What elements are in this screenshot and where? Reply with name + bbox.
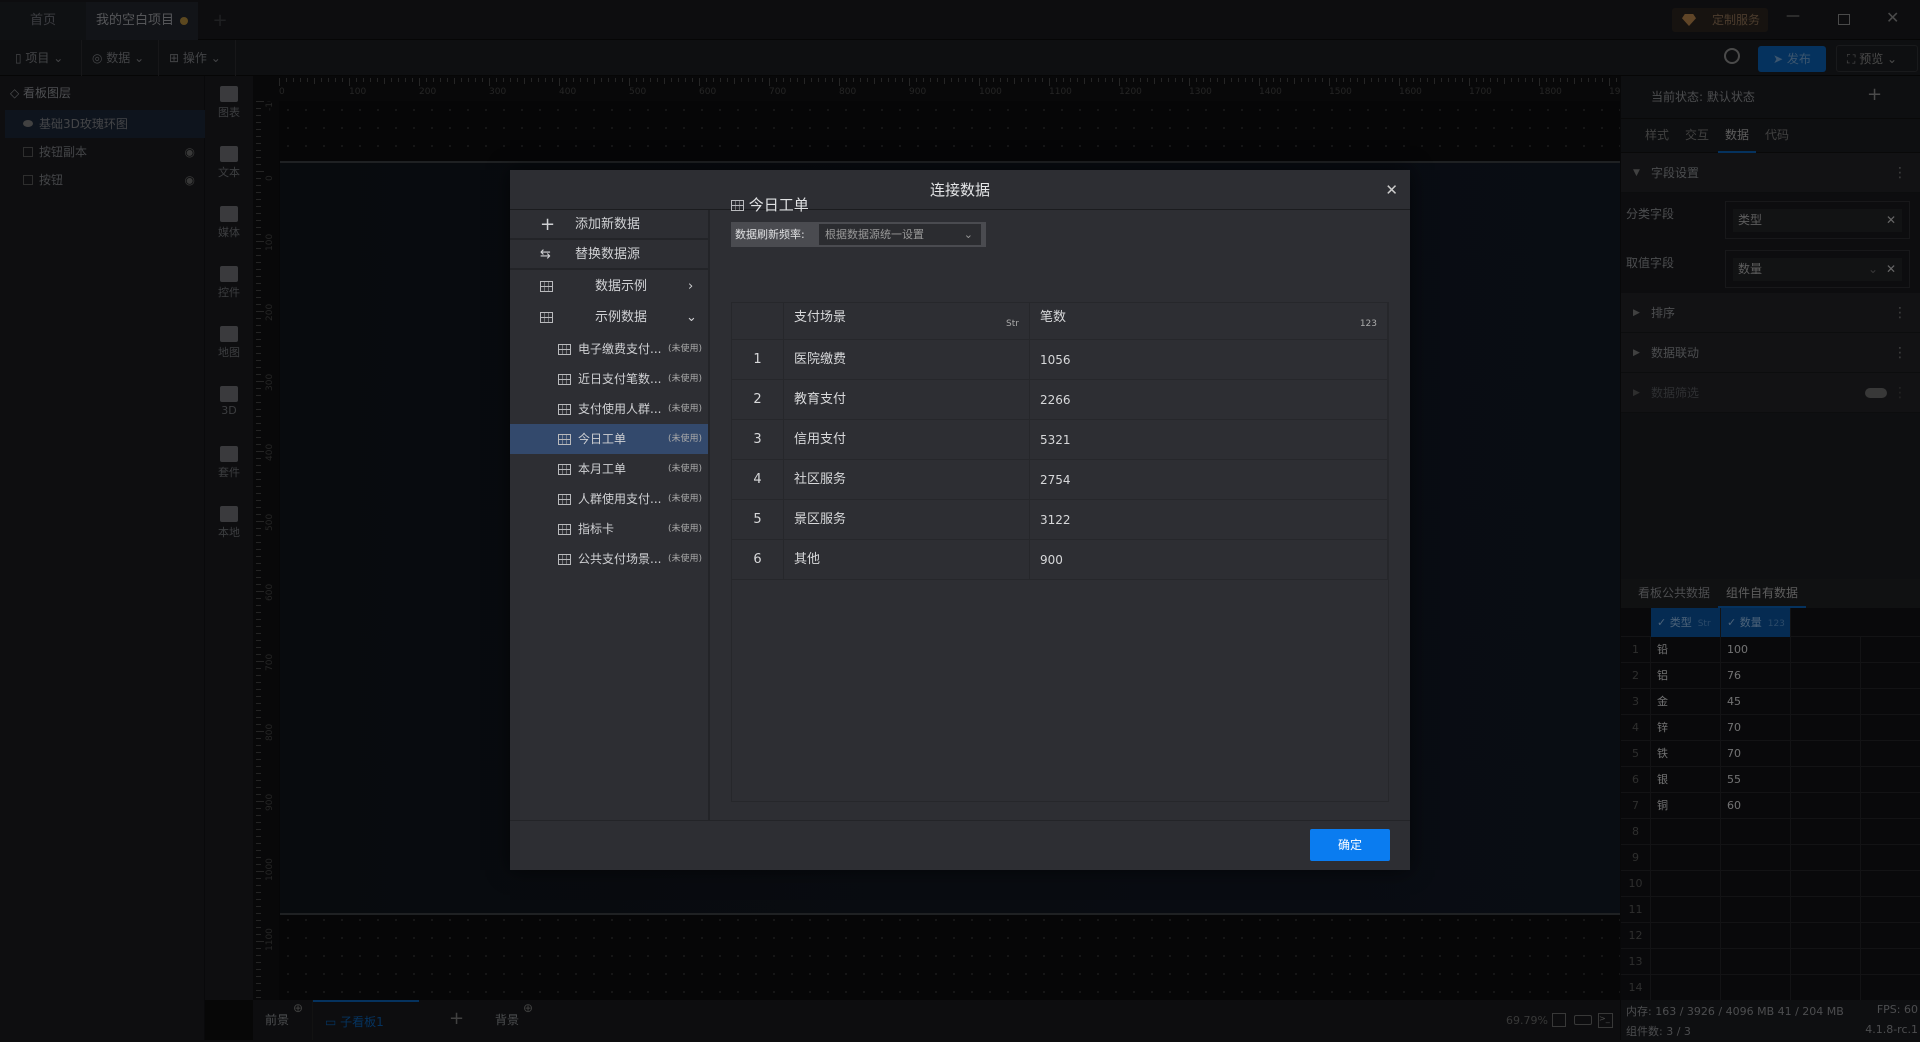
dialog-title: 连接数据 (929, 181, 990, 199)
column-header[interactable]: 笔数 123 (1030, 303, 1388, 340)
header-index (732, 303, 784, 340)
column-header[interactable]: 支付场景 Str (784, 303, 1030, 340)
table-icon (558, 424, 571, 454)
dataset-tag: (未使用) (668, 554, 703, 564)
table-icon (558, 544, 571, 574)
table-cell[interactable]: 900 (1030, 540, 1388, 580)
table-cell[interactable]: 5321 (1030, 420, 1388, 460)
table-cell[interactable]: 景区服务 (784, 500, 1030, 540)
dataset-item[interactable]: 支付使用人群... (未使用) (510, 394, 708, 424)
refresh-setting: 数据刷新频率: 根据数据源统一设置 ⌄ (731, 222, 986, 247)
table-cell[interactable]: 医院缴费 (784, 340, 1030, 380)
chevron-down-icon: ⌄ (686, 310, 697, 325)
row-index: 4 (732, 460, 784, 500)
replace-source-label: 替换数据源 (575, 247, 641, 262)
add-data-label: 添加新数据 (575, 217, 641, 232)
dataset-item[interactable]: 本月工单 (未使用) (510, 454, 708, 484)
connect-data-dialog: 连接数据 ✕ + 添加新数据 ⇆ 替换数据源 数据示例 › 示例数据 ⌄ 电子缴费支付..… (510, 170, 1410, 870)
dataset-name: 电子缴费支付... (578, 342, 662, 356)
table-cell[interactable]: 3122 (1030, 500, 1388, 540)
table-icon (558, 334, 571, 364)
table-icon (540, 272, 553, 302)
dataset-tag: (未使用) (668, 434, 703, 444)
column-type: 123 (1359, 319, 1377, 329)
dataset-item[interactable]: 人群使用支付... (未使用) (510, 484, 708, 514)
dataset-tag: (未使用) (668, 404, 703, 414)
row-index: 3 (732, 420, 784, 460)
refresh-select[interactable]: 根据数据源统一设置 ⌄ (819, 224, 981, 245)
refresh-value: 根据数据源统一设置 (825, 228, 924, 241)
table-icon (558, 514, 571, 544)
dataset-name: 公共支付场景... (578, 552, 662, 566)
table-icon (558, 484, 571, 514)
table-icon (731, 200, 744, 211)
table-cell[interactable]: 1056 (1030, 340, 1388, 380)
dataset-tag: (未使用) (668, 374, 703, 384)
dataset-tag: (未使用) (668, 344, 703, 354)
table-icon (558, 394, 571, 424)
table-cell[interactable]: 2266 (1030, 380, 1388, 420)
row-index: 1 (732, 340, 784, 380)
dataset-name: 本月工单 (578, 462, 627, 476)
table-icon (558, 364, 571, 394)
examples-group[interactable]: 数据示例 › (510, 272, 708, 302)
dialog-footer: 确定 (510, 820, 1410, 870)
dataset-item[interactable]: 今日工单 (未使用) (510, 424, 708, 454)
data-table: 支付场景 Str 笔数 123 1 医院缴费 1056 2 教育支付 2266 3 信用支付 5321 4… (731, 302, 1389, 802)
dataset-title: 今日工单 (731, 194, 809, 215)
column-name: 支付场景 (794, 310, 847, 325)
row-index: 6 (732, 540, 784, 580)
plus-icon: + (540, 214, 556, 235)
replace-source-button[interactable]: ⇆ 替换数据源 (510, 240, 708, 270)
table-cell[interactable]: 信用支付 (784, 420, 1030, 460)
sample-data-group[interactable]: 示例数据 ⌄ (510, 303, 708, 333)
dataset-item[interactable]: 电子缴费支付... (未使用) (510, 334, 708, 364)
dataset-name: 支付使用人群... (578, 402, 662, 416)
row-index: 2 (732, 380, 784, 420)
add-data-button[interactable]: + 添加新数据 (510, 210, 708, 240)
dataset-list: + 添加新数据 ⇆ 替换数据源 数据示例 › 示例数据 ⌄ 电子缴费支付... (未使用)… (510, 210, 710, 820)
dataset-item[interactable]: 近日支付笔数... (未使用) (510, 364, 708, 394)
examples-label: 数据示例 (595, 279, 648, 294)
table-icon (540, 303, 553, 333)
dataset-tag: (未使用) (668, 494, 703, 504)
table-cell[interactable]: 2754 (1030, 460, 1388, 500)
chevron-right-icon: › (688, 279, 694, 294)
dataset-tag: (未使用) (668, 524, 703, 534)
dialog-header: 连接数据 ✕ (510, 170, 1410, 210)
dataset-title-text: 今日工单 (748, 196, 809, 214)
table-cell[interactable]: 其他 (784, 540, 1030, 580)
swap-icon: ⇆ (540, 247, 551, 262)
table-cell[interactable]: 社区服务 (784, 460, 1030, 500)
chevron-down-icon: ⌄ (963, 228, 973, 241)
column-type: Str (1006, 319, 1019, 329)
dataset-item[interactable]: 公共支付场景... (未使用) (510, 544, 708, 574)
sample-data-label: 示例数据 (595, 310, 648, 325)
refresh-label: 数据刷新频率: (735, 228, 805, 241)
dataset-name: 近日支付笔数... (578, 372, 662, 386)
column-name: 笔数 (1040, 310, 1067, 325)
dataset-name: 人群使用支付... (578, 492, 662, 506)
table-cell[interactable]: 教育支付 (784, 380, 1030, 420)
row-index: 5 (732, 500, 784, 540)
table-icon (558, 454, 571, 484)
close-icon[interactable]: ✕ (1385, 170, 1398, 210)
confirm-button[interactable]: 确定 (1310, 829, 1390, 861)
dataset-name: 今日工单 (578, 432, 627, 446)
dataset-item[interactable]: 指标卡 (未使用) (510, 514, 708, 544)
dataset-tag: (未使用) (668, 464, 703, 474)
dataset-name: 指标卡 (578, 522, 615, 536)
